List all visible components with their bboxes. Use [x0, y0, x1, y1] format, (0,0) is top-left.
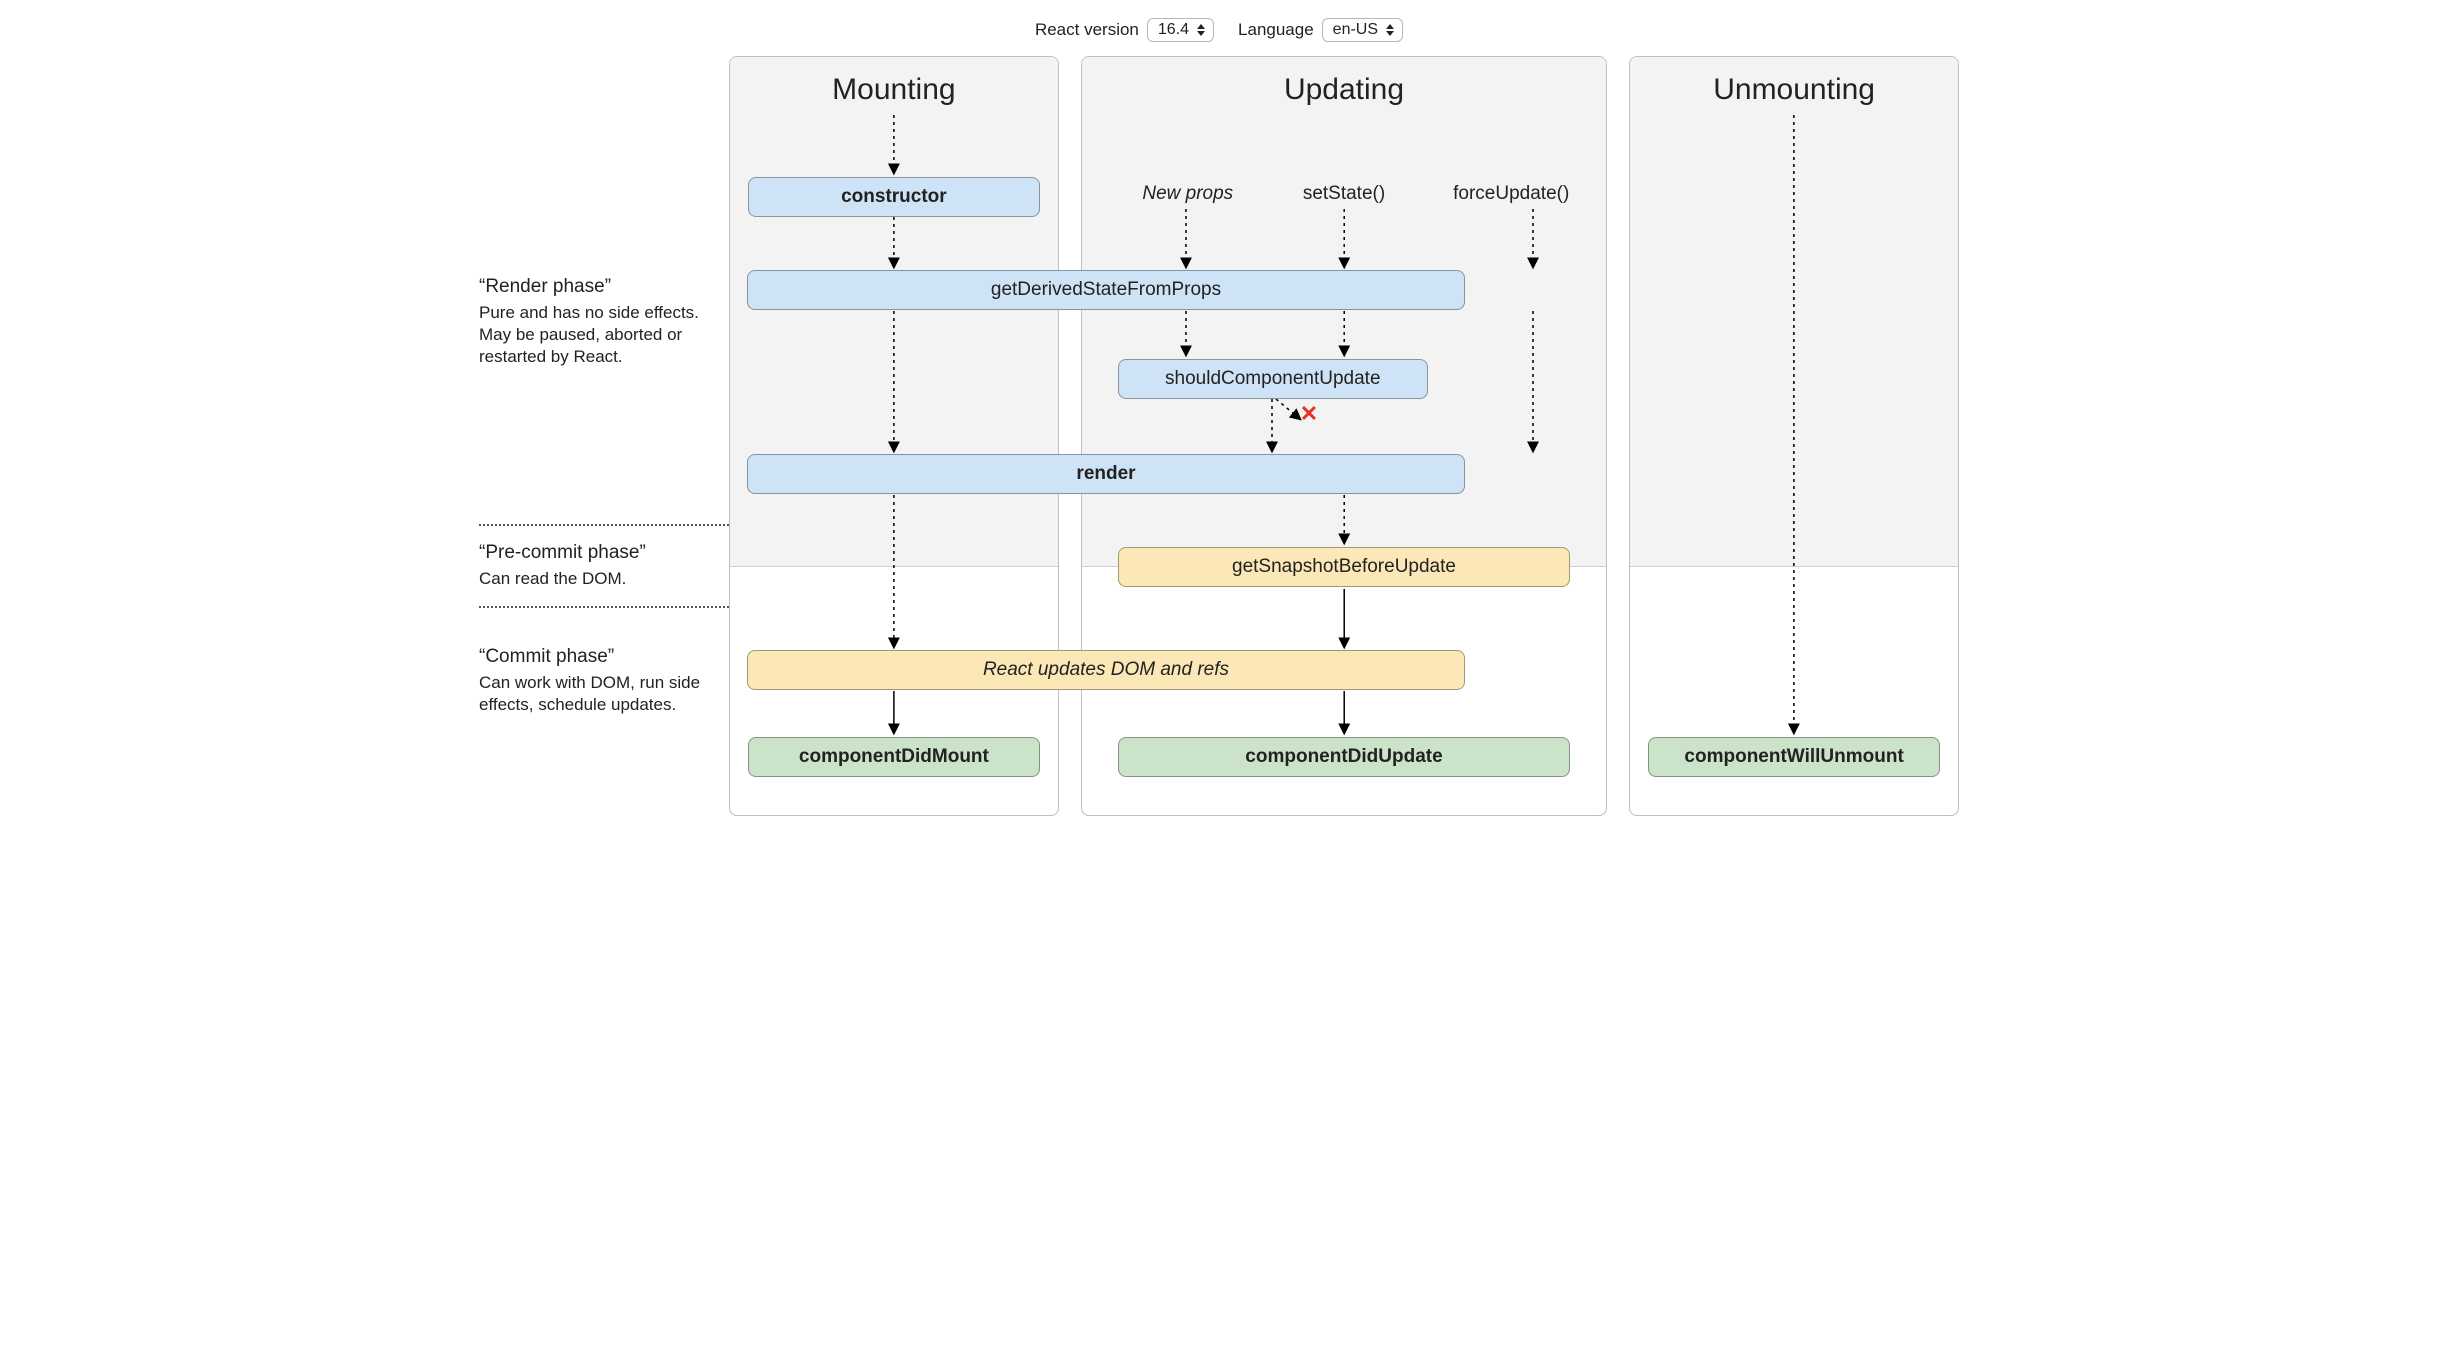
- language-select-value: en-US: [1333, 21, 1378, 39]
- phase-precommit-title: Pre-commit phase: [479, 542, 729, 564]
- language-group: Language en-US: [1238, 18, 1403, 42]
- trigger-new-props: New props: [1118, 183, 1258, 205]
- box-cdm-label: componentDidMount: [799, 746, 989, 768]
- phase-render-desc: Pure and has no side effects. May be pau…: [479, 302, 729, 368]
- page: React version 16.4 Language en-US Render…: [459, 0, 1979, 846]
- box-constructor[interactable]: constructor: [748, 177, 1040, 217]
- box-cwu[interactable]: componentWillUnmount: [1648, 737, 1940, 777]
- trigger-set-state: setState(): [1274, 183, 1414, 205]
- box-react-updates-label: React updates DOM and refs: [983, 659, 1229, 681]
- phase-commit-desc: Can work with DOM, run side effects, sch…: [479, 672, 729, 716]
- phase-render-label: Render phase Pure and has no side effect…: [479, 276, 729, 368]
- x-icon: ✕: [1300, 401, 1318, 427]
- box-gsbu-label: getSnapshotBeforeUpdate: [1232, 556, 1456, 578]
- col-mounting: Mounting constructor componentDidMount: [729, 56, 1059, 816]
- version-select-value: 16.4: [1158, 21, 1189, 39]
- box-scu-label: shouldComponentUpdate: [1165, 368, 1381, 390]
- box-render[interactable]: render: [747, 454, 1465, 494]
- phase-commit-title: Commit phase: [479, 646, 729, 668]
- phase-precommit-label: Pre-commit phase Can read the DOM.: [479, 542, 729, 590]
- box-scu[interactable]: shouldComponentUpdate: [1118, 359, 1428, 399]
- dropdown-arrows-icon: [1197, 24, 1205, 36]
- version-group: React version 16.4: [1035, 18, 1214, 42]
- divider-2: [479, 606, 729, 608]
- box-gsbu[interactable]: getSnapshotBeforeUpdate: [1118, 547, 1570, 587]
- box-gdsfp[interactable]: getDerivedStateFromProps: [747, 270, 1465, 310]
- box-constructor-label: constructor: [841, 186, 947, 208]
- version-label: React version: [1035, 20, 1139, 40]
- box-cdm[interactable]: componentDidMount: [748, 737, 1040, 777]
- col-mounting-title: Mounting: [730, 57, 1058, 111]
- diagram: Render phase Pure and has no side effect…: [479, 56, 1959, 816]
- version-select[interactable]: 16.4: [1147, 18, 1214, 42]
- col-unmounting: Unmounting componentWillUnmount: [1629, 56, 1959, 816]
- trigger-force-update: forceUpdate(): [1436, 183, 1586, 205]
- box-cwu-label: componentWillUnmount: [1684, 746, 1903, 768]
- render-phase-bg: [1630, 57, 1958, 567]
- phase-commit-label: Commit phase Can work with DOM, run side…: [479, 646, 729, 716]
- divider-1: [479, 524, 729, 526]
- box-cdu[interactable]: componentDidUpdate: [1118, 737, 1570, 777]
- phase-render-title: Render phase: [479, 276, 729, 298]
- dropdown-arrows-icon: [1386, 24, 1394, 36]
- col-updating: Updating New props setState() forceUpdat…: [1081, 56, 1607, 816]
- box-cdu-label: componentDidUpdate: [1245, 746, 1442, 768]
- box-react-updates: React updates DOM and refs: [747, 650, 1465, 690]
- phase-precommit-desc: Can read the DOM.: [479, 568, 729, 590]
- col-unmounting-title: Unmounting: [1630, 57, 1958, 111]
- box-render-label: render: [1076, 463, 1135, 485]
- language-select[interactable]: en-US: [1322, 18, 1403, 42]
- toolbar: React version 16.4 Language en-US: [479, 12, 1959, 56]
- box-gdsfp-label: getDerivedStateFromProps: [991, 279, 1221, 301]
- columns: Mounting constructor componentDidMount: [729, 56, 1959, 816]
- col-updating-title: Updating: [1082, 57, 1606, 111]
- language-label: Language: [1238, 20, 1314, 40]
